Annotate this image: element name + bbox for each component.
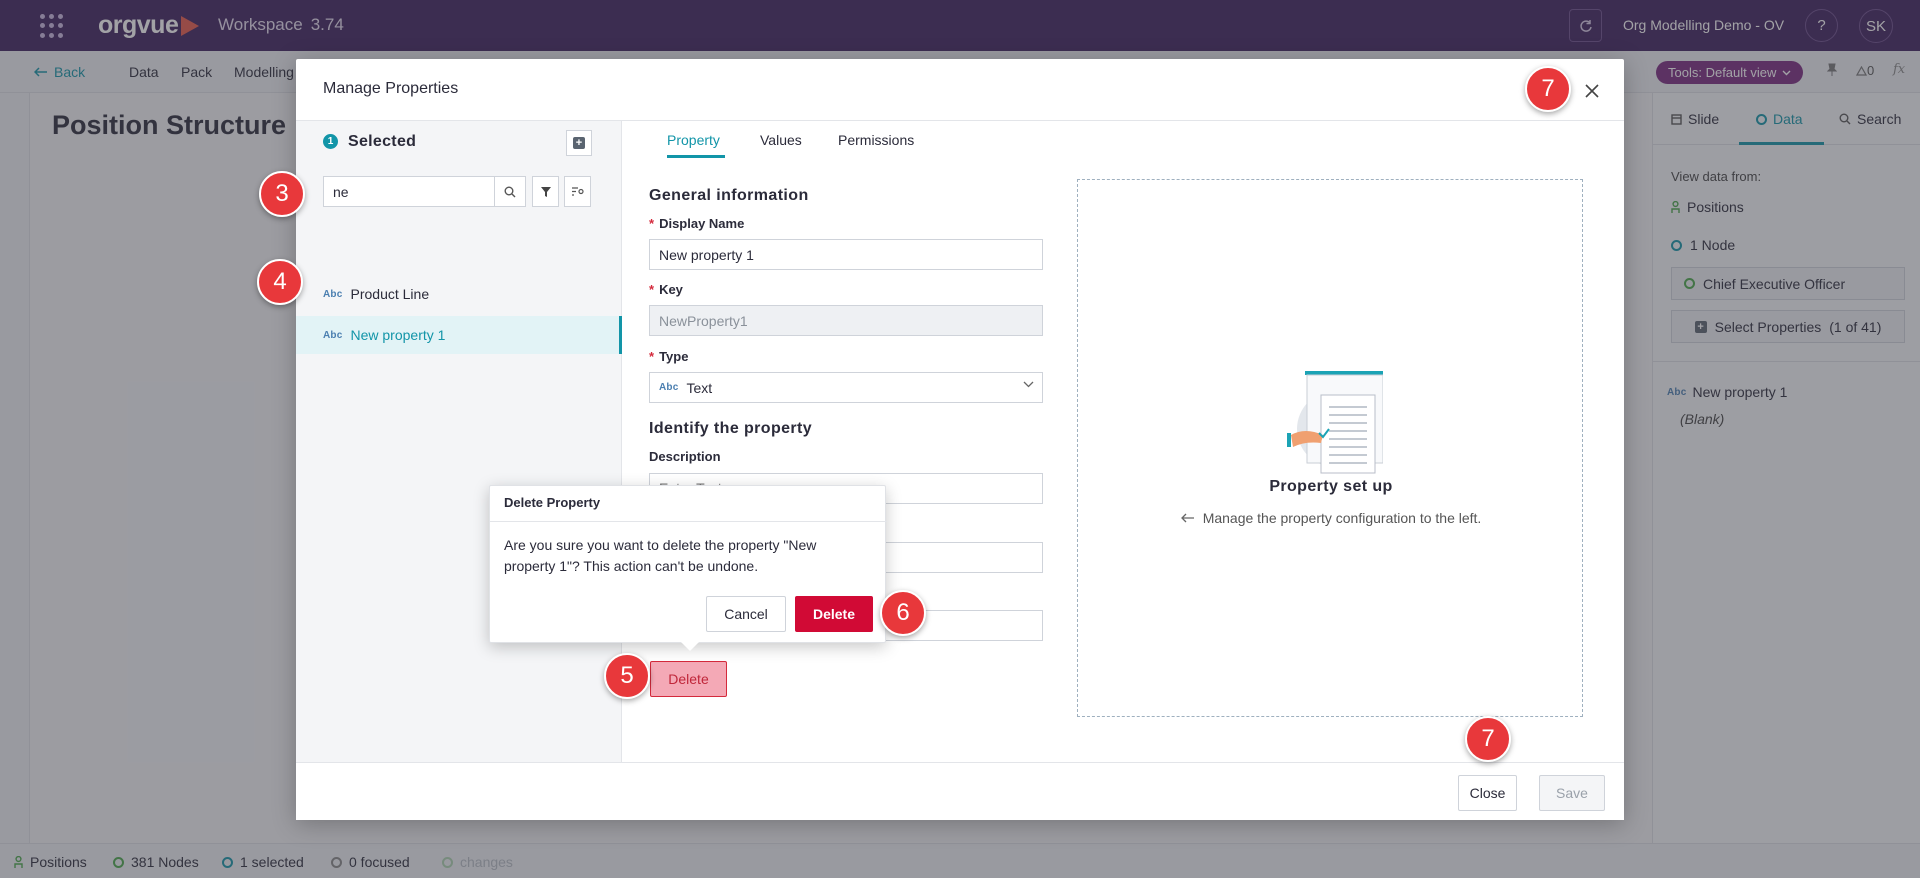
popover-message: Are you sure you want to delete the prop… xyxy=(504,537,817,574)
step-marker-7-top: 7 xyxy=(1525,66,1571,112)
step-marker-6: 6 xyxy=(880,590,926,636)
step-marker-7-bottom: 7 xyxy=(1465,716,1511,762)
display-name-label: * Display Name xyxy=(649,216,745,231)
search-button[interactable] xyxy=(495,176,526,207)
selected-count-badge: 1 xyxy=(323,134,338,149)
add-property-button[interactable]: + xyxy=(566,130,592,156)
property-setup-subtitle-text: Manage the property configuration to the… xyxy=(1202,510,1482,526)
popover-title: Delete Property xyxy=(490,486,887,522)
identify-property-heading: Identify the property xyxy=(649,420,813,437)
key-field xyxy=(649,305,1043,336)
type-select-value: Text xyxy=(686,379,713,396)
modal-title: Manage Properties xyxy=(323,80,459,97)
close-button[interactable]: Close xyxy=(1458,775,1517,811)
save-button[interactable]: Save xyxy=(1539,775,1605,811)
delete-confirm-popover: Delete Property Are you sure you want to… xyxy=(489,485,887,643)
close-icon[interactable] xyxy=(1583,82,1601,100)
document-illustration-icon xyxy=(1283,367,1385,477)
property-setup-title: Property set up xyxy=(1269,478,1393,495)
step-marker-3: 3 xyxy=(259,171,305,217)
tab-values[interactable]: Values xyxy=(760,132,802,148)
selected-title: Selected xyxy=(348,133,417,150)
search-icon xyxy=(504,186,516,198)
text-type-icon: Abc xyxy=(659,382,679,393)
sort-icon xyxy=(571,186,584,197)
chevron-down-icon xyxy=(1023,381,1034,388)
property-setup-card: Property set up Manage the property conf… xyxy=(1077,179,1583,717)
step-marker-4: 4 xyxy=(257,259,303,305)
display-name-field[interactable] xyxy=(649,239,1043,270)
property-item-product-line[interactable]: Abc Product Line xyxy=(296,275,622,313)
confirm-delete-button[interactable]: Delete xyxy=(795,596,873,632)
property-item-label: Product Line xyxy=(350,286,430,302)
property-search-input[interactable] xyxy=(323,176,495,207)
step-marker-5: 5 xyxy=(604,653,650,699)
property-list-panel xyxy=(296,121,622,762)
description-label: Description xyxy=(649,449,721,464)
arrow-left-icon xyxy=(1180,513,1195,523)
delete-property-button[interactable]: Delete xyxy=(650,661,727,697)
property-setup-subtitle: Manage the property configuration to the… xyxy=(1078,510,1584,526)
text-type-icon: Abc xyxy=(323,329,343,341)
modal-header: Manage Properties xyxy=(296,59,1624,121)
modal-footer: Close Save xyxy=(296,762,1624,820)
tab-permissions[interactable]: Permissions xyxy=(838,132,914,148)
general-information-heading: General information xyxy=(649,187,809,204)
property-item-label: New property 1 xyxy=(350,327,446,343)
tab-property[interactable]: Property xyxy=(667,132,720,148)
property-item-new-property-1[interactable]: Abc New property 1 xyxy=(296,316,622,354)
active-tab-indicator xyxy=(667,155,725,158)
type-label-text: Type xyxy=(659,349,689,364)
key-label-text: Key xyxy=(659,282,683,297)
filter-icon xyxy=(540,186,552,198)
key-label: * Key xyxy=(649,282,683,297)
text-type-icon: Abc xyxy=(323,288,343,300)
type-label: * Type xyxy=(649,349,689,364)
sort-button[interactable] xyxy=(564,176,591,207)
plus-icon: + xyxy=(573,137,585,149)
manage-properties-modal: Manage Properties 1 Selected + Abc Produ… xyxy=(296,59,1624,820)
cancel-button[interactable]: Cancel xyxy=(706,596,786,632)
popover-arrow xyxy=(681,642,699,651)
display-name-label-text: Display Name xyxy=(659,216,745,231)
filter-button[interactable] xyxy=(532,176,559,207)
type-select[interactable]: Abc Text xyxy=(649,372,1043,403)
